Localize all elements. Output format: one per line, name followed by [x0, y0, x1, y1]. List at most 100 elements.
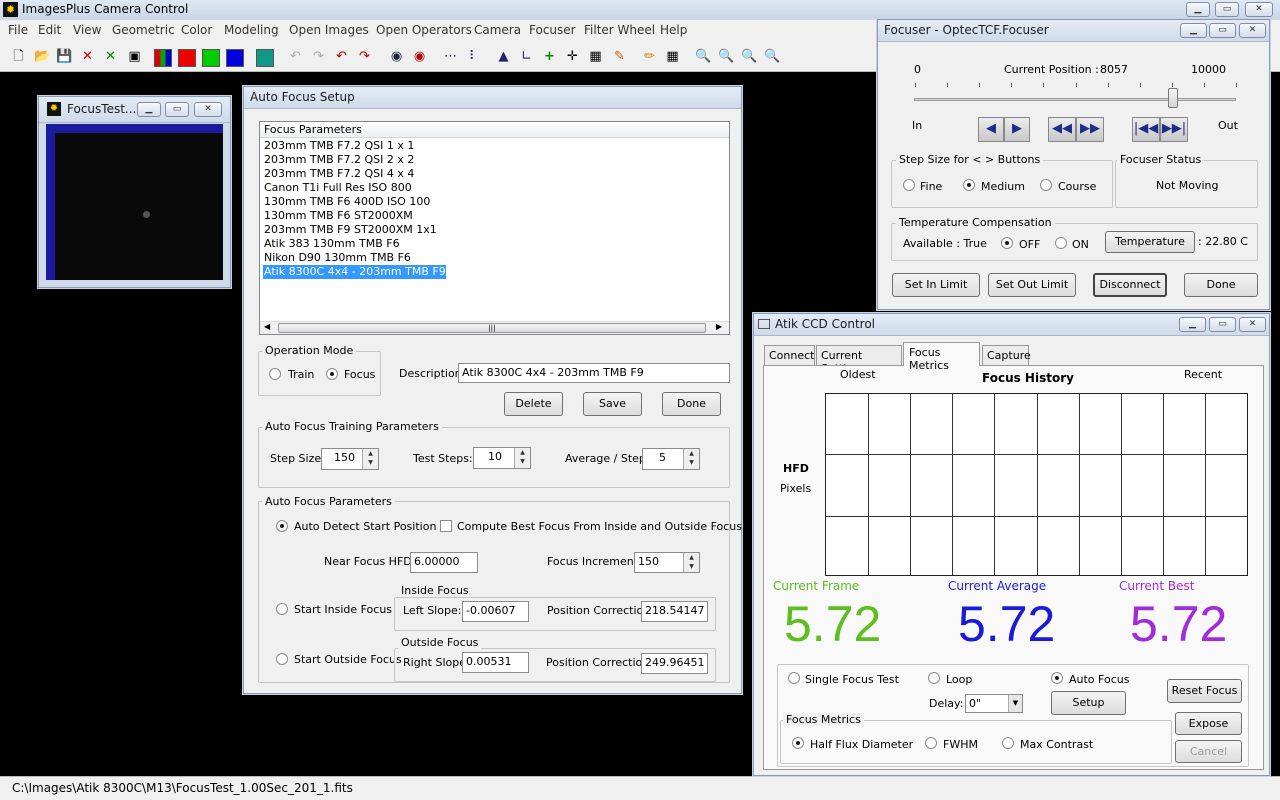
- focus-parameter-item[interactable]: 130mm TMB F6 400D ISO 100: [263, 195, 430, 209]
- green-channel-icon[interactable]: [202, 49, 220, 67]
- focus-increment-spinner[interactable]: ▲ ▼: [683, 553, 699, 572]
- blue-channel-icon[interactable]: [226, 49, 244, 67]
- maximize-button[interactable]: ▭: [1215, 2, 1239, 17]
- print-icon[interactable]: ▣: [124, 46, 145, 67]
- tab-capture[interactable]: Capture: [982, 345, 1031, 365]
- test-steps-spinner[interactable]: ▲ ▼: [514, 448, 530, 468]
- save-icon[interactable]: 💾: [54, 46, 75, 67]
- zoom-out-icon[interactable]: 🔍: [716, 46, 737, 67]
- open-icon[interactable]: 📂: [32, 46, 53, 67]
- target-red-icon[interactable]: ◉: [409, 46, 430, 67]
- save-button[interactable]: Save: [583, 392, 642, 416]
- fine-radio[interactable]: [903, 179, 915, 191]
- menu-geometric[interactable]: Geometric: [112, 23, 175, 37]
- menu-focuser[interactable]: Focuser: [529, 23, 576, 37]
- focuser-done-button[interactable]: Done: [1184, 273, 1258, 297]
- focus-test-image[interactable]: [46, 124, 223, 280]
- menu-file[interactable]: File: [8, 23, 28, 37]
- temp-off-radio[interactable]: [1001, 237, 1013, 249]
- target-icon[interactable]: ◉: [386, 46, 407, 67]
- start-outside-radio[interactable]: [276, 653, 288, 665]
- minimize-button[interactable]: ▁: [1186, 2, 1210, 17]
- tab-focus-metrics[interactable]: Focus Metrics: [903, 342, 980, 372]
- redo-disabled-icon[interactable]: ↷: [308, 46, 329, 67]
- new-icon[interactable]: 🗋: [8, 46, 29, 67]
- focus-parameter-item[interactable]: Canon T1i Full Res ISO 800: [263, 181, 412, 195]
- single-focus-radio[interactable]: [788, 672, 800, 684]
- position-slider-track[interactable]: [914, 98, 1236, 101]
- undo-icon[interactable]: ↶: [331, 46, 352, 67]
- delete-button[interactable]: Delete: [504, 392, 563, 416]
- focuser-close-button[interactable]: ✕: [1239, 23, 1266, 38]
- focus-parameter-item[interactable]: 203mm TMB F9 ST2000XM 1x1: [263, 223, 437, 237]
- start-inside-radio[interactable]: [276, 603, 288, 615]
- focus-parameter-item[interactable]: 203mm TMB F7.2 QSI 4 x 4: [263, 167, 414, 181]
- disconnect-button[interactable]: Disconnect: [1093, 273, 1167, 297]
- focus-test-close-button[interactable]: ✕: [194, 102, 222, 117]
- calculator-icon[interactable]: ▦: [585, 46, 606, 67]
- zoom-actual-icon[interactable]: 🔍: [762, 46, 783, 67]
- reset-focus-button[interactable]: Reset Focus: [1167, 679, 1242, 703]
- step-in-button[interactable]: ◀: [978, 117, 1004, 142]
- menu-view[interactable]: View: [73, 23, 101, 37]
- near-hfd-input[interactable]: 6.00000: [410, 552, 478, 573]
- tab-current-settings[interactable]: Current Settings: [816, 345, 902, 375]
- course-radio[interactable]: [1040, 179, 1052, 191]
- left-slope-input[interactable]: -0.00607: [462, 601, 529, 622]
- max-contrast-radio[interactable]: [1002, 737, 1014, 749]
- crosshair-icon[interactable]: ✛: [562, 46, 583, 67]
- plus-icon[interactable]: +: [539, 46, 560, 67]
- focus-parameter-item[interactable]: 203mm TMB F7.2 QSI 1 x 1: [263, 139, 414, 153]
- focus-test-maximize-button[interactable]: ▭: [165, 102, 189, 117]
- curve-icon[interactable]: ∟: [516, 46, 537, 67]
- focus-parameter-item[interactable]: Atik 8300C 4x4 - 203mm TMB F9: [263, 265, 446, 279]
- loop-radio[interactable]: [928, 672, 940, 684]
- fast-out-button[interactable]: ▶▶: [1076, 117, 1104, 142]
- scroll-left-icon[interactable]: ◀: [264, 322, 270, 331]
- horizontal-scrollbar[interactable]: ◀ ||| ▶: [260, 321, 729, 334]
- step-out-button[interactable]: ▶: [1004, 117, 1030, 142]
- undo-disabled-icon[interactable]: ↶: [285, 46, 306, 67]
- table-icon[interactable]: ▦: [662, 46, 683, 67]
- list-header[interactable]: Focus Parameters: [260, 122, 729, 138]
- focus-radio[interactable]: [326, 368, 338, 380]
- outside-position-correction-input[interactable]: 249.96451: [641, 653, 708, 674]
- jump-out-button[interactable]: ▶▶|: [1160, 117, 1188, 142]
- points-icon[interactable]: ⠇: [463, 46, 484, 67]
- auto-focus-radio[interactable]: [1051, 672, 1063, 684]
- menu-filter-wheel[interactable]: Filter Wheel: [584, 23, 655, 37]
- close-all-icon[interactable]: ✕: [100, 46, 121, 67]
- focuser-minimize-button[interactable]: ▁: [1180, 23, 1207, 38]
- position-slider-thumb[interactable]: [1168, 88, 1179, 108]
- menu-open-operators[interactable]: Open Operators: [376, 23, 472, 37]
- paint-icon[interactable]: ✎: [609, 46, 630, 67]
- focus-parameter-item[interactable]: 203mm TMB F7.2 QSI 2 x 2: [263, 153, 414, 167]
- menu-edit[interactable]: Edit: [38, 23, 61, 37]
- fwhm-radio[interactable]: [925, 737, 937, 749]
- temperature-button[interactable]: Temperature: [1105, 231, 1195, 253]
- zoom-in-icon[interactable]: 🔍: [693, 46, 714, 67]
- cancel-button[interactable]: Cancel: [1175, 740, 1242, 763]
- dots-icon[interactable]: ⋯: [440, 46, 461, 67]
- redo-icon[interactable]: ↷: [354, 46, 375, 67]
- scroll-thumb[interactable]: |||: [278, 323, 706, 333]
- red-channel-icon[interactable]: [178, 49, 196, 67]
- menu-camera[interactable]: Camera: [474, 23, 521, 37]
- focus-test-minimize-button[interactable]: ▁: [137, 102, 161, 117]
- jump-in-button[interactable]: |◀◀: [1132, 117, 1160, 142]
- focuser-maximize-button[interactable]: ▭: [1209, 23, 1236, 38]
- focus-parameter-item[interactable]: 130mm TMB F6 ST2000XM: [263, 209, 413, 223]
- scroll-right-icon[interactable]: ▶: [716, 322, 722, 331]
- medium-radio[interactable]: [963, 179, 975, 191]
- menu-open-images[interactable]: Open Images: [289, 23, 369, 37]
- setup-button[interactable]: Setup: [1051, 691, 1126, 715]
- menu-modeling[interactable]: Modeling: [224, 23, 279, 37]
- train-radio[interactable]: [269, 368, 281, 380]
- grid-view-icon[interactable]: [256, 49, 274, 67]
- half-flux-radio[interactable]: [792, 737, 804, 749]
- expose-button[interactable]: Expose: [1175, 712, 1242, 735]
- delay-dropdown-icon[interactable]: ▼: [1008, 695, 1022, 712]
- set-out-limit-button[interactable]: Set Out Limit: [988, 273, 1076, 297]
- ccd-close-button[interactable]: ✕: [1239, 317, 1266, 332]
- focus-parameter-item[interactable]: Nikon D90 130mm TMB F6: [263, 251, 411, 265]
